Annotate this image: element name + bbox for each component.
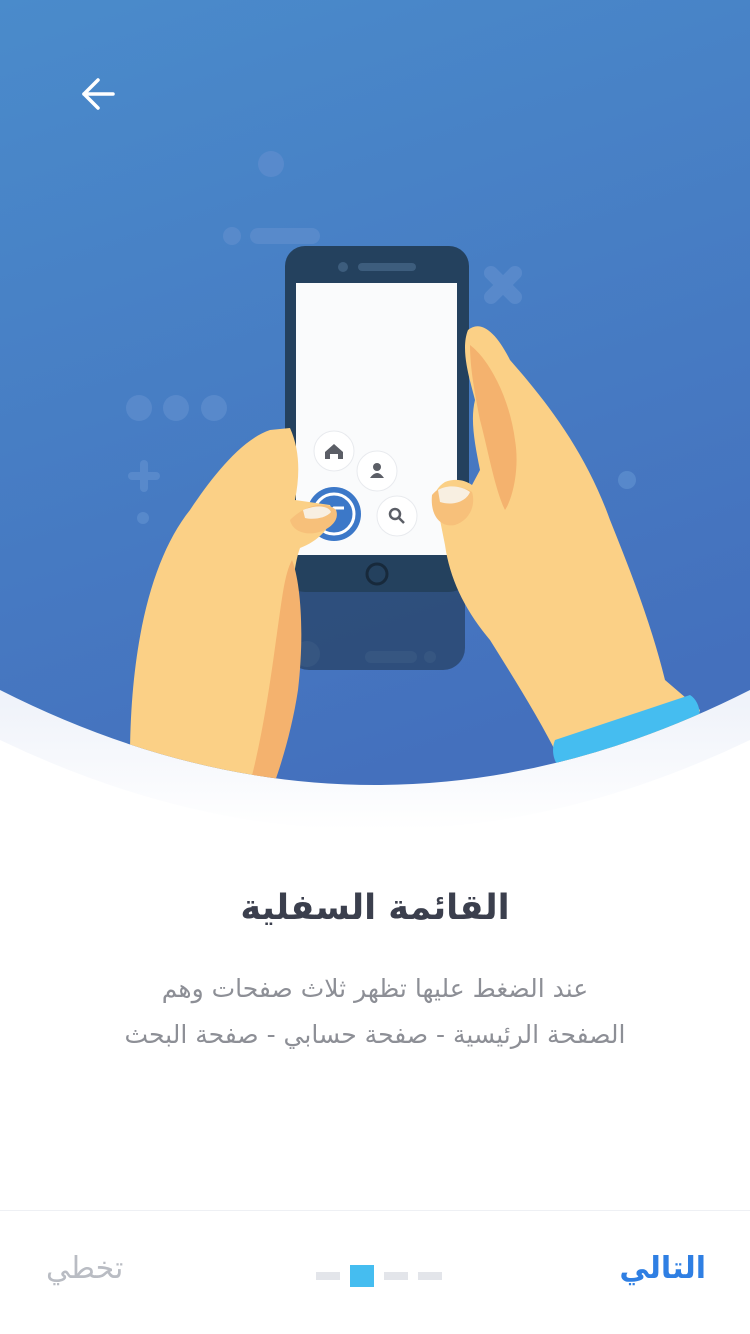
onboarding-footer: تخطي التالي [0, 1210, 750, 1334]
back-button[interactable] [70, 66, 126, 122]
arrow-left-icon [82, 78, 115, 110]
pagination-dot-2-active[interactable] [350, 1265, 374, 1287]
pagination-dot-1[interactable] [316, 1272, 340, 1280]
next-button[interactable]: التالي [619, 1251, 706, 1286]
onboarding-text: القائمة السفلية عند الضغط عليها تظهر ثلا… [60, 880, 690, 1058]
skip-button[interactable]: تخطي [46, 1251, 123, 1286]
pagination-dot-3[interactable] [384, 1272, 408, 1280]
onboarding-screen: القائمة السفلية عند الضغط عليها تظهر ثلا… [0, 0, 750, 1334]
hero-illustration [0, 0, 750, 830]
description-line-2: الصفحة الرئيسية - صفحة حسابي - صفحة البح… [124, 1020, 626, 1049]
pagination-dot-4[interactable] [418, 1272, 442, 1280]
page-title: القائمة السفلية [240, 888, 510, 928]
pagination-indicator [316, 1263, 442, 1289]
phone-in-hands-illustration [0, 0, 750, 830]
description-line-1: عند الضغط عليها تظهر ثلاث صفحات وهم [161, 974, 589, 1003]
